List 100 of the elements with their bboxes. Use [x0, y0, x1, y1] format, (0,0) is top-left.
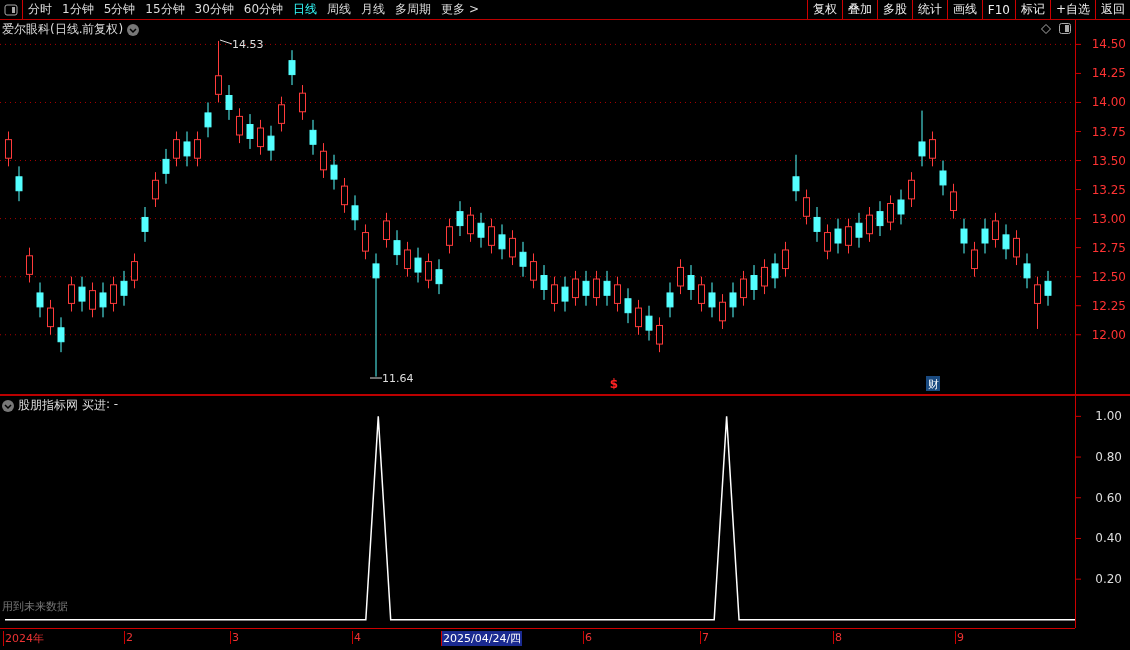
candle [477, 212, 485, 249]
candle [204, 101, 212, 138]
price-axis-label: 12.25 [1091, 298, 1126, 313]
date-axis-label: 2024年 [3, 631, 45, 646]
candle [1023, 252, 1031, 289]
candle [540, 264, 548, 301]
candle [887, 194, 894, 231]
period-tab[interactable]: 30分钟 [189, 0, 239, 19]
dividend-marker[interactable]: $ [609, 377, 619, 391]
date-axis-label: 2 [124, 631, 134, 644]
candle [971, 241, 978, 278]
candle [47, 299, 54, 336]
indicator-axis-label: 0.60 [1095, 490, 1122, 505]
candle [960, 218, 968, 254]
candle [351, 194, 359, 231]
candle [866, 206, 873, 243]
candle [729, 282, 737, 318]
candle [572, 270, 579, 307]
toolbar-button[interactable]: F10 [981, 0, 1015, 19]
period-tab[interactable]: 1分钟 [57, 0, 99, 19]
candle [341, 177, 348, 214]
toolbar-button[interactable]: 复权 [806, 0, 842, 19]
candle [698, 276, 705, 313]
candle [1013, 229, 1020, 266]
candle [173, 131, 180, 167]
price-axis-label: 13.25 [1091, 182, 1126, 197]
report-marker[interactable]: 财 [926, 376, 940, 391]
toolbar-button[interactable]: +自选 [1049, 0, 1095, 19]
candle [110, 276, 117, 313]
candle [383, 212, 390, 249]
period-tab[interactable]: 5分钟 [98, 0, 141, 19]
candle [677, 258, 684, 295]
candle [225, 84, 233, 121]
dropdown-icon[interactable] [2, 399, 14, 412]
toolbar-button[interactable]: 标记 [1014, 0, 1050, 19]
candle [162, 148, 170, 185]
candle [299, 84, 306, 121]
candle [908, 171, 915, 208]
candle [5, 131, 12, 167]
candle [992, 212, 999, 249]
stock-title: 爱尔眼科(日线.前复权) [2, 21, 124, 38]
candle [393, 229, 401, 266]
candle [404, 241, 411, 278]
period-tab[interactable]: 分时 [23, 0, 57, 19]
candle [498, 223, 506, 260]
candle [582, 270, 590, 307]
candle [120, 270, 128, 307]
price-axis-label: 13.00 [1091, 211, 1126, 226]
candle [981, 218, 989, 254]
candle [530, 252, 537, 289]
candle [845, 218, 852, 254]
period-tab[interactable]: 月线 [356, 0, 391, 19]
diamond-icon[interactable] [1041, 23, 1051, 34]
candle [624, 287, 632, 324]
toolbar-button[interactable]: 返回 [1095, 0, 1130, 19]
toolbar-button[interactable]: 画线 [946, 0, 982, 19]
period-tab[interactable]: 多周期 [390, 0, 437, 19]
period-tab[interactable]: 更多 > [436, 0, 484, 19]
candle [320, 142, 327, 179]
period-tab[interactable]: 15分钟 [140, 0, 190, 19]
candle [792, 154, 800, 202]
candle [467, 206, 474, 243]
candle [561, 276, 569, 313]
candle [26, 247, 33, 283]
indicator-axis-label: 1.00 [1095, 409, 1122, 424]
toolbar-button[interactable]: 叠加 [841, 0, 877, 19]
candle [929, 131, 936, 167]
indicator-axis-label: 0.40 [1095, 531, 1122, 546]
price-axis-label: 12.75 [1091, 240, 1126, 255]
low-price-label: 11.64 [369, 372, 414, 385]
candle [824, 223, 831, 260]
candle [456, 200, 464, 237]
panel-toggle-icon[interactable] [1059, 23, 1071, 34]
candle [551, 276, 558, 313]
date-axis-label: 8 [833, 631, 843, 644]
period-tab[interactable]: 日线 [288, 0, 323, 19]
period-tab[interactable]: 60分钟 [238, 0, 289, 19]
candle [939, 160, 947, 196]
toolbar-button[interactable]: 多股 [876, 0, 912, 19]
candle [131, 252, 138, 289]
candle [645, 305, 653, 342]
candle [194, 131, 201, 167]
candle [950, 183, 957, 220]
price-axis-label: 12.00 [1091, 327, 1126, 342]
toolbar-button[interactable]: 统计 [911, 0, 947, 19]
indicator-axis-label: 0.20 [1095, 572, 1122, 587]
price-axis-label: 13.75 [1091, 124, 1126, 139]
dropdown-icon[interactable] [127, 23, 140, 36]
date-axis-label: 3 [230, 631, 240, 644]
panel-toggle-icon[interactable] [4, 3, 18, 16]
candle [656, 316, 663, 353]
candle [267, 125, 275, 162]
candle [246, 113, 254, 150]
series-name: 买进 [82, 397, 106, 414]
future-data-warning: 用到未来数据 [2, 599, 68, 614]
date-axis-label: 4 [352, 631, 362, 644]
period-tab[interactable]: 周线 [322, 0, 357, 19]
candle [740, 270, 747, 307]
candle [446, 218, 453, 254]
candle [78, 276, 86, 313]
